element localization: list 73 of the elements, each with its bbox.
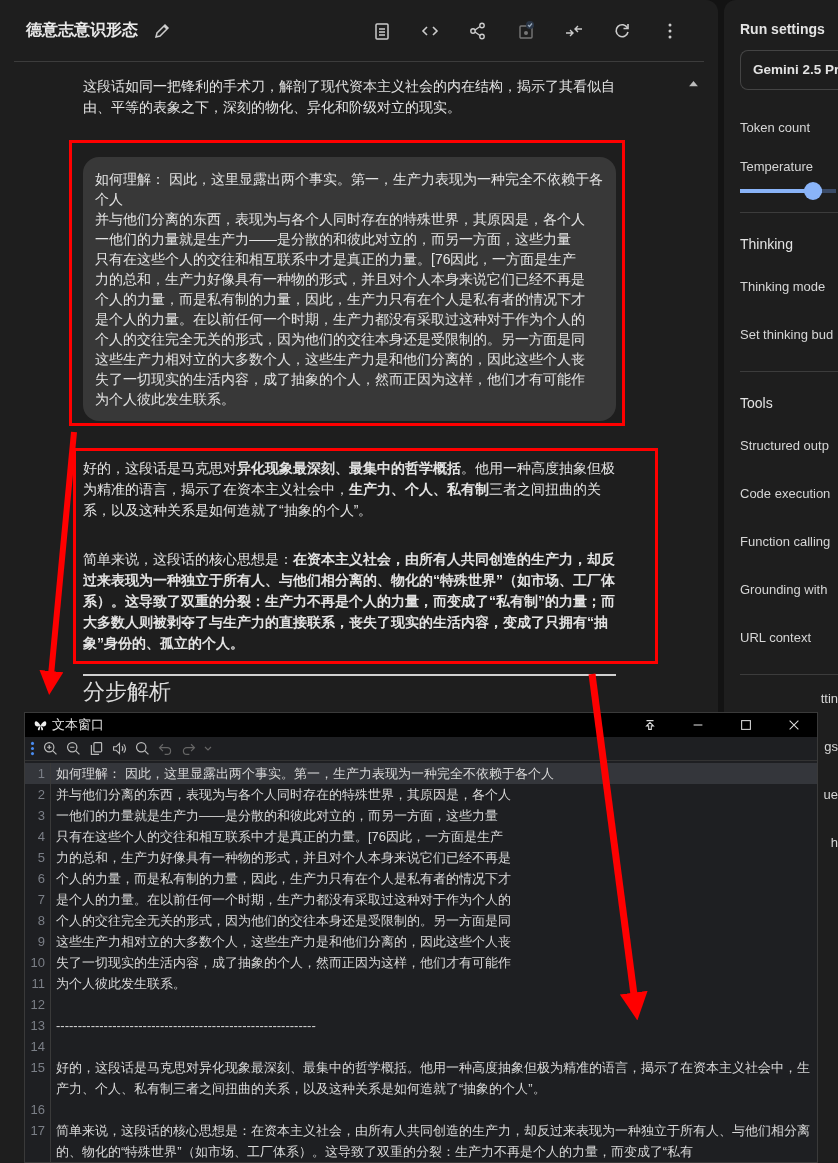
section-heading: 分步解析 <box>83 679 172 705</box>
collapse-icon[interactable] <box>688 80 699 87</box>
line-number: 17 <box>25 1120 51 1162</box>
line-number: 6 <box>25 868 51 889</box>
message-line: 是个人的力量。在以前任何一个时期，生产力都没有采取过这种对于作为个人的 <box>95 310 586 329</box>
line-number: 15 <box>25 1057 51 1099</box>
save-icon[interactable] <box>516 20 536 41</box>
line-number: 12 <box>25 994 51 1015</box>
clipboard-icon[interactable] <box>372 20 392 41</box>
line-number: 16 <box>25 1099 51 1120</box>
response-paragraph: 这段话如同一把锋利的手术刀，解剖了现代资本主义社会的内在结构，揭示了其看似自由、平等的表象之下，深刻的物化、异化和阶级对立的现实。 <box>83 77 616 117</box>
setting-label[interactable]: Function calling <box>740 518 838 566</box>
text-line: 力的总和，生产力好像具有一种物的形式，并且对个人本身来说它们已经不再是 <box>55 849 512 867</box>
more-icon[interactable] <box>29 740 36 758</box>
message-line: 失了一切现实的生活内容，成了抽象的个人，然而正因为这样，他们才有可能作 <box>95 370 586 389</box>
response-paragraph: 简单来说，这段话的核心思想是：在资本主义社会，由所有人共同创造的生产力，却反过来表现为一种独立于所有人、与他们相分离的、物化的“特殊世界”（如市场、工厂体系）。这导致了双重的分裂：生产力不再是个人的力量，而变成了“私有制”的力量；而大多数人则被剥夺了与生产力的直接联系，丧失了现实的生活内容，变成了只拥有“抽象”身份的、孤立的个人。 <box>83 550 616 653</box>
setting-label[interactable]: URL context <box>740 614 838 662</box>
maximize-icon[interactable] <box>739 718 753 733</box>
setting-label[interactable]: h <box>830 819 838 867</box>
text-line: 简单来说，这段话的核心思想是：在资本主义社会，由所有人共同创造的生产力，却反过来表现为一种独立于所有人、与他们相分离的、物化的“特殊世界”（如市场、工厂体系）。这导致了双重的分裂：生产力不再是个人的力量，而变成了“私有 <box>55 1122 811 1161</box>
section-title: Tools <box>740 394 774 413</box>
message-line: 一他们的力量就是生产力——是分散的和彼此对立的，而另一方面，这些力量 <box>95 230 572 249</box>
text-line: 只有在这些个人的交往和相互联系中才是真正的力量。[76因此，一方面是生产 <box>55 828 505 846</box>
setting-label[interactable]: Grounding with <box>740 566 838 614</box>
message-line: 个人的力量，而是私有制的力量，因此，生产力只有在个人是私有者的情况下才 <box>95 290 586 309</box>
text-line: 一他们的力量就是生产力——是分散的和彼此对立的，而另一方面，这些力量 <box>55 807 499 825</box>
setting-label: Temperature <box>740 158 814 176</box>
setting-label[interactable]: ttin <box>820 675 838 723</box>
message-line: 如何理解： 因此，这里显露出两个事实。第一，生产力表现为一种完全不依赖于各个人 <box>95 170 604 209</box>
line-number: 4 <box>25 826 51 847</box>
setting-label[interactable]: gs <box>824 723 838 771</box>
text-line: 是个人的力量。在以前任何一个时期，生产力都没有采取过这种对于作为个人的 <box>55 891 512 909</box>
message-line: 为个人彼此发生联系。 <box>95 390 236 409</box>
line-number: 2 <box>25 784 51 805</box>
line-number: 9 <box>25 931 51 952</box>
text-line: 失了一切现实的生活内容，成了抽象的个人，然而正因为这样，他们才有可能作 <box>55 954 512 972</box>
setting-label[interactable]: ue <box>823 771 838 819</box>
line-number: 7 <box>25 889 51 910</box>
section-title: Thinking <box>740 235 794 254</box>
setting-label[interactable]: Structured outp <box>740 422 838 470</box>
line-number: 10 <box>25 952 51 973</box>
line-number: 8 <box>25 910 51 931</box>
pin-icon[interactable] <box>643 718 657 733</box>
setting-label[interactable]: Set thinking bud <box>740 311 838 359</box>
setting-label[interactable]: Token count <box>740 104 838 152</box>
line-number: 11 <box>25 973 51 994</box>
message-line: 个人的交往完全无关的形式，因为他们的交往本身还是受限制的。另一方面是同 <box>95 330 586 349</box>
text-line: 这些生产力相对立的大多数个人，这些生产力是和他们分离的，因此这些个人丧 <box>55 933 512 951</box>
message-line: 这些生产力相对立的大多数个人，这些生产力是和他们分离的，因此这些个人丧 <box>95 350 586 369</box>
text-line: 个人的交往完全无关的形式，因为他们的交往本身还是受限制的。另一方面是同 <box>55 912 512 930</box>
line-number: 3 <box>25 805 51 826</box>
text-line: 为个人彼此发生联系。 <box>55 975 187 993</box>
message-line: 只有在这些个人的交往和相互联系中才是真正的力量。[76因此，一方面是生产 <box>95 250 578 269</box>
message-line: 力的总和，生产力好像具有一种物的形式，并且对个人本身来说它们已经不再是 <box>95 270 586 289</box>
section-title: Run settings <box>740 20 826 39</box>
setting-label[interactable]: Code execution <box>740 470 838 518</box>
line-number: 14 <box>25 1036 51 1057</box>
line-number: 1 <box>25 763 51 784</box>
message-line: 并与他们分离的东西，表现为与各个人同时存在的特殊世界，其原因是，各个人 <box>95 210 586 229</box>
copy-icon[interactable] <box>88 740 105 758</box>
line-number: 13 <box>25 1015 51 1036</box>
chat-title: 德意志意识形态 <box>26 20 138 40</box>
window-title: 文本窗口 <box>52 716 104 735</box>
speaker-icon[interactable] <box>111 740 128 758</box>
text-line: ------------------------------------------------------------ <box>55 1017 317 1035</box>
text-line: 个人的力量，而是私有制的力量，因此，生产力只有在个人是私有者的情况下才 <box>55 870 512 888</box>
text-line: 如何理解： 因此，这里显露出两个事实。第一，生产力表现为一种完全不依赖于各个人 <box>55 765 555 783</box>
line-number: 5 <box>25 847 51 868</box>
response-paragraph: 好的，这段话是马克思对异化现象最深刻、最集中的哲学概括。他用一种高度抽象但极为精准的语言，揭示了在资本主义社会中，生产力、个人、私有制三者之间扭曲的关系，以及这种关系是如何造就了“抽象的个人”。 <box>83 459 616 520</box>
share-icon[interactable] <box>468 20 488 41</box>
text-line: 并与他们分离的东西，表现为与各个人同时存在的特殊世界，其原因是，各个人 <box>55 786 512 804</box>
text-line: 好的，这段话是马克思对异化现象最深刻、最集中的哲学概括。他用一种高度抽象但极为精准的语言，揭示了在资本主义社会中，生产力、个人、私有制三者之间扭曲的关系，以及这种关系是如何造就了“抽象的个人”。 <box>55 1059 811 1098</box>
setting-label[interactable]: Thinking mode <box>740 263 838 311</box>
